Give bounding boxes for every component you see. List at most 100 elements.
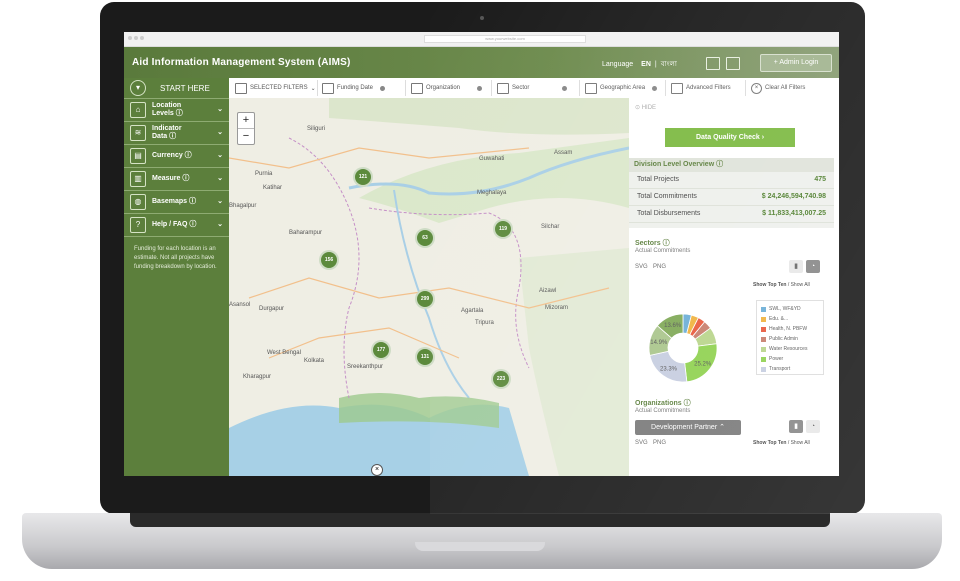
map-cluster-marker[interactable]: 223 [491,369,511,389]
overview-row: Total Disbursements $ 11,833,413,007.25 [629,206,834,223]
organizations-png-export[interactable]: PNG [653,440,666,446]
sidebar-item-4[interactable]: ◍ Basemaps ⓘ ⌄ [124,191,229,214]
pie-label: 23.3% [660,366,678,372]
bar-chart-toggle-icon[interactable]: ▮ [789,420,803,433]
bar-chart-toggle-icon[interactable]: ▮ [789,260,803,273]
print-icon[interactable] [726,57,740,70]
overview-value: 475 [814,176,826,183]
pie-label: 25.2% [694,361,712,367]
pie-chart-toggle-icon[interactable]: ◔ [806,260,820,273]
sidebar-item-label: Help / FAQ ⓘ [152,221,196,229]
sectors-subtitle: Actual Commitments [635,248,691,254]
sectors-png-export[interactable]: PNG [653,264,666,270]
selected-filters-label: SELECTED FILTERS [250,85,308,91]
advanced-filters-button[interactable]: Advanced Filters [671,78,731,98]
geographic-area-filter[interactable]: Geographic Area [585,78,658,98]
map-cluster-marker[interactable]: 177 [371,340,391,360]
sector-filter[interactable]: Sector [497,78,568,98]
overview-value: $ 24,246,594,740.98 [761,193,826,200]
pie-chart-toggle-icon[interactable]: ◔ [806,420,820,433]
geographic-area-label: Geographic Area [600,85,646,91]
sidebar-item-line1: Measure ⓘ [152,175,190,182]
hide-label: HIDE [641,105,657,111]
map-view[interactable]: Siliguri Guwahati Assam Meghalaya Silchar Aga… [229,98,629,476]
sidebar-item-line2: Levels ⓘ [152,110,183,117]
development-partner-dropdown[interactable]: Development Partner ⌃ [635,420,741,435]
close-icon[interactable]: × [371,464,383,476]
legend-item[interactable]: Transport [761,364,819,374]
sectors-show-top-ten[interactable]: Show Top Ten / Show All [753,282,810,288]
clear-filters-button[interactable]: × Clear All Filters [751,78,805,98]
info-dot-icon [380,85,386,91]
legend-item[interactable]: Health, N. PBFW [761,324,819,334]
clear-filters-label: Clear All Filters [765,85,806,91]
chevron-down-icon: ⌄ [217,106,223,113]
currency-icon: ▤ [130,148,146,164]
legend-label: Public Admin [769,336,798,342]
sidebar-item-2[interactable]: ▤ Currency ⓘ ⌄ [124,145,229,168]
map-cluster-marker[interactable]: 156 [319,250,339,270]
funding-note: Funding for each location is an estimate… [134,246,217,270]
advanced-filters-label: Advanced Filters [686,85,731,91]
map-place-label: Siliguri [307,126,326,132]
legend-label: Edu. &... [769,316,789,322]
organization-filter[interactable]: Organization [411,78,483,98]
download-icon[interactable] [706,57,720,70]
map-cluster-marker[interactable]: 131 [415,347,435,367]
window-controls[interactable] [128,36,144,40]
organization-label: Organization [426,85,461,91]
zoom-out-button[interactable]: − [238,129,254,144]
app-title: Aid Information Management System (AIMS) [132,57,351,68]
map-cluster-marker[interactable]: 121 [353,167,373,187]
map-cluster-marker[interactable]: 63 [415,228,435,248]
hide-panel-button[interactable]: ⊙ HIDE [635,104,656,111]
zoom-in-button[interactable]: + [238,113,254,129]
sector-icon [497,82,509,94]
sidebar-item-0[interactable]: ⌂ Location Levels ⓘ ⌄ [124,99,229,122]
sidebar-item-5[interactable]: ? Help / FAQ ⓘ ⌄ [124,214,229,237]
legend-item[interactable]: SWL, WF&YD [761,304,819,314]
legend-item[interactable]: Water Resources [761,344,819,354]
legend-item[interactable]: Edu. &... [761,314,819,324]
sidebar-item-line1: Basemaps ⓘ [152,198,196,205]
url-bar[interactable]: www.yourwebsite.com [424,35,586,43]
zoom-control: + − [237,112,255,145]
legend-swatch [761,346,766,352]
map-place-label: Guwahati [479,156,505,162]
sectors-svg-export[interactable]: SVG [635,264,648,270]
sidebar-item-label: Indicator Data ⓘ [152,125,182,141]
sectors-pie-chart: 25.2% 23.3% 14.9% 13.6% [648,313,718,383]
map-place-label: Aizawl [539,288,557,294]
legend-swatch [761,336,766,342]
legend-item[interactable]: Public Admin [761,334,819,344]
organizations-show-top-ten[interactable]: Show Top Ten / Show All [753,440,810,446]
organizations-svg-export[interactable]: SVG [635,440,648,446]
legend-swatch [761,316,766,322]
overview-label: Total Commitments [637,193,697,200]
map-cluster-marker[interactable]: 299 [415,289,435,309]
start-here-button[interactable]: ▾ START HERE [124,78,229,99]
overview-row: Total Commitments $ 24,246,594,740.98 [629,189,834,206]
layers-icon: ≋ [130,125,146,141]
camera-icon [480,16,484,20]
screen: www.yourwebsite.com Aid Information Mana… [124,32,839,476]
admin-login-button[interactable]: + Admin Login [760,54,832,72]
lang-en[interactable]: EN [641,61,651,68]
sidebar-item-line1: Location [152,102,182,109]
data-quality-check-button[interactable]: Data Quality Check › [665,128,795,147]
sectors-show-all[interactable]: / Show All [788,282,810,288]
division-overview-title: Division Level Overview ⓘ [629,158,834,172]
sidebar-item-1[interactable]: ≋ Indicator Data ⓘ ⌄ [124,122,229,145]
lang-bn[interactable]: বাংলা [661,58,677,70]
map-cluster-marker[interactable]: 119 [493,219,513,239]
pie-label: 13.6% [664,323,682,329]
sidebar-item-line1: Currency ⓘ [152,152,192,159]
sidebar-item-3[interactable]: ▥ Measure ⓘ ⌄ [124,168,229,191]
map-place-label: Durgapur [259,306,285,312]
legend-item[interactable]: Power [761,354,819,364]
map-place-label: Kharagpur [243,374,272,380]
selected-filters-button[interactable]: SELECTED FILTERS ⌄ [235,78,316,98]
funding-date-filter[interactable]: Funding Date [322,78,386,98]
organizations-show-all[interactable]: / Show All [788,440,810,446]
map-place-label: Sreekanthpur [347,364,384,370]
